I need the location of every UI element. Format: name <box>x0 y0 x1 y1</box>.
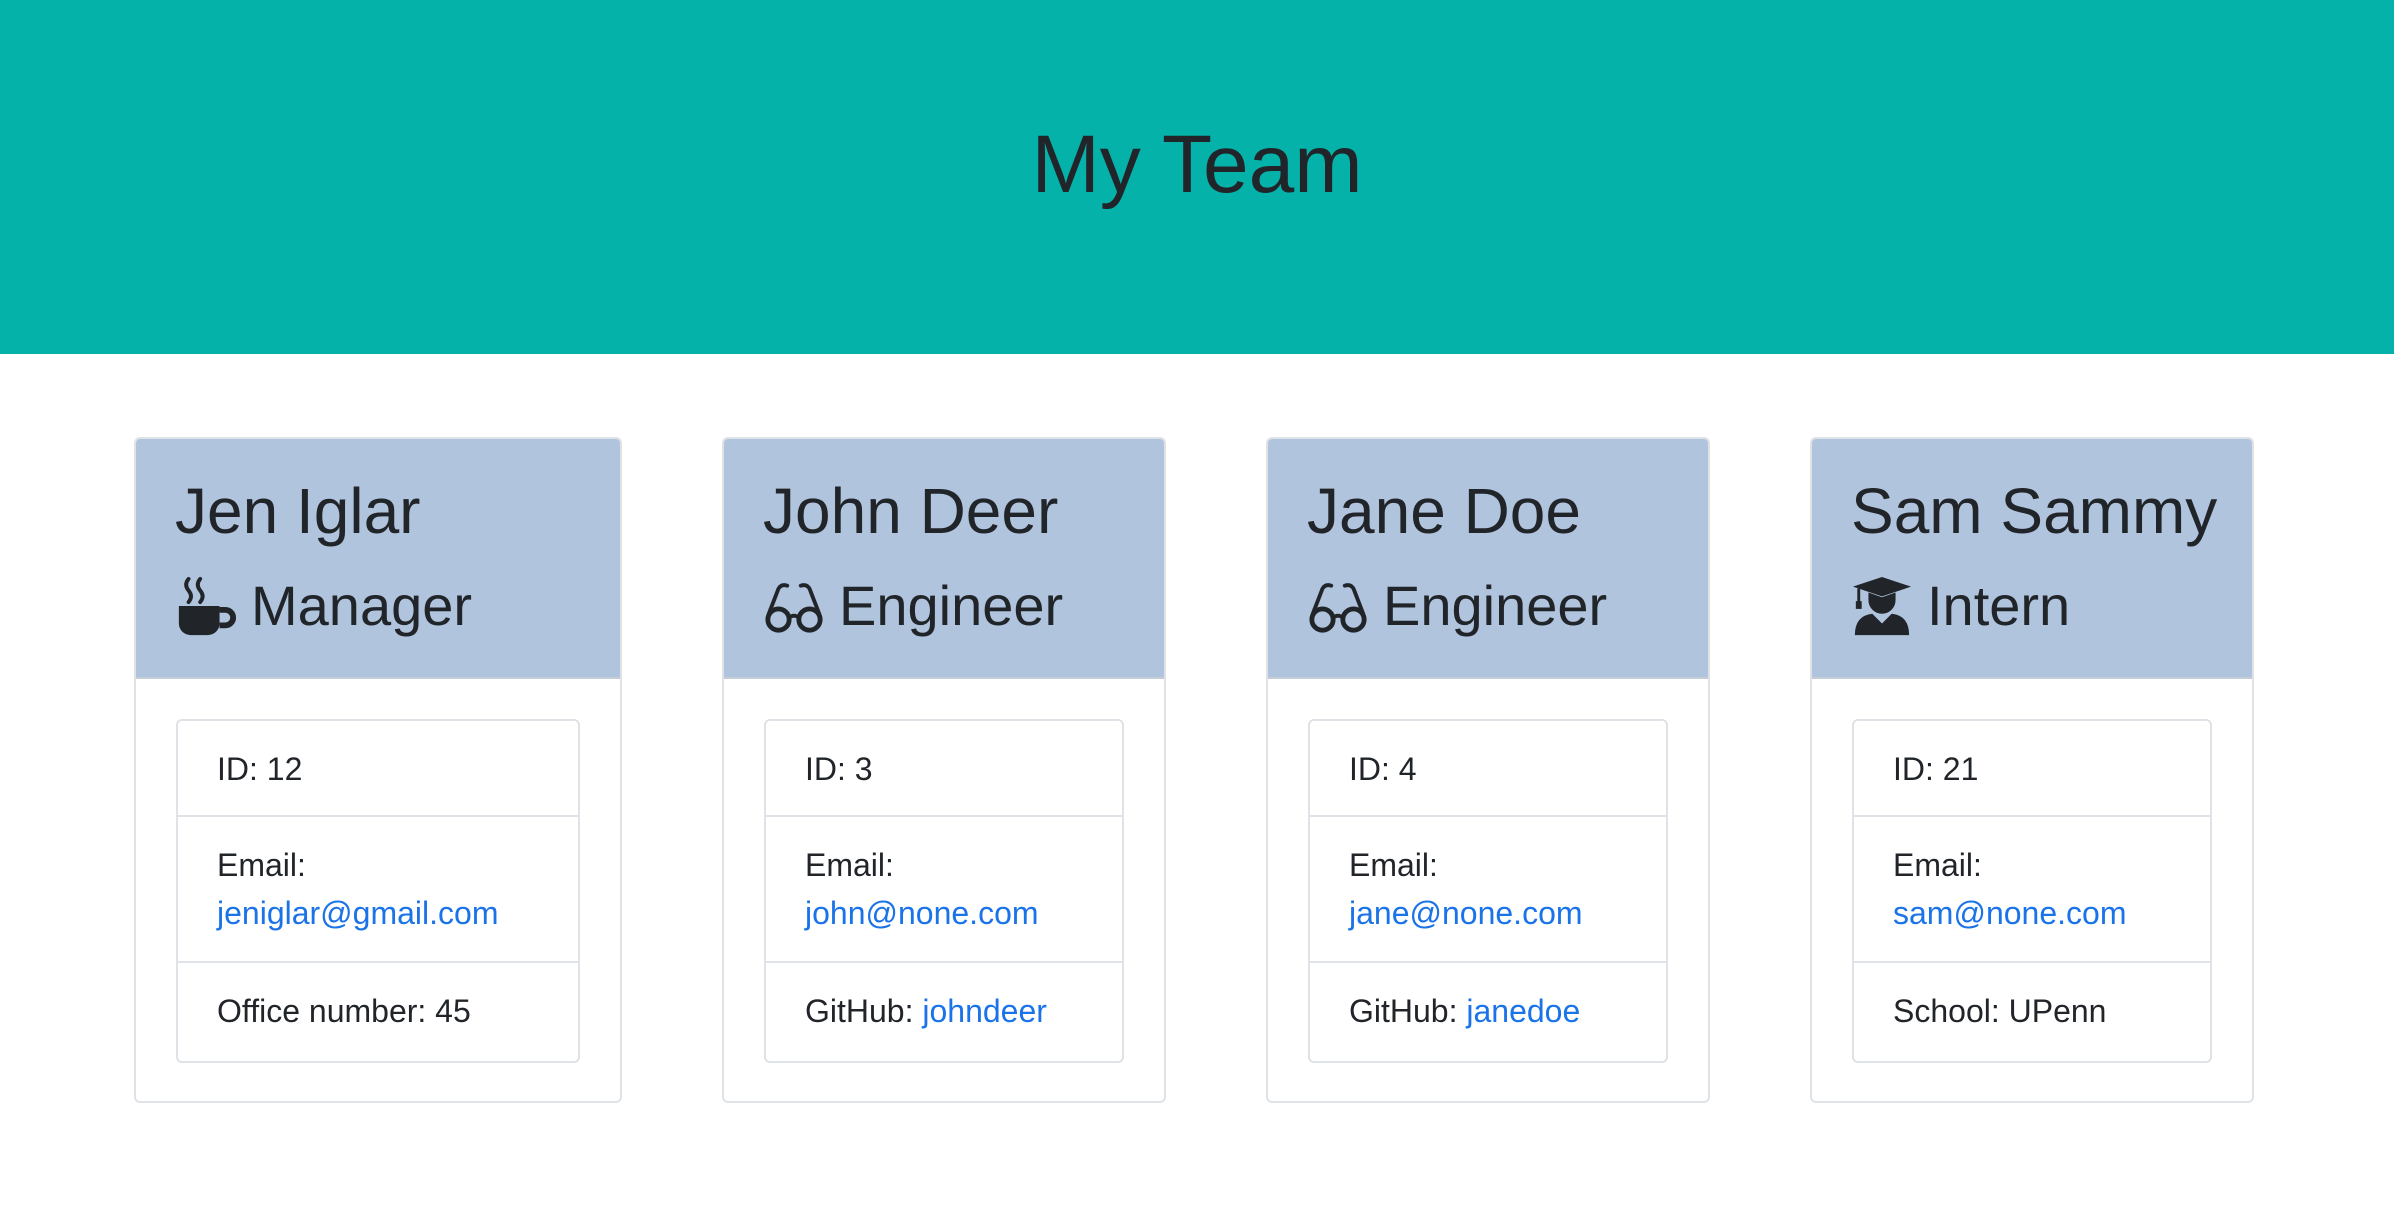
glasses-icon <box>1307 575 1369 637</box>
card-header: Jen Iglar Manager <box>136 439 620 679</box>
github-link[interactable]: johndeer <box>922 993 1047 1029</box>
email-label: Email: <box>1349 847 1438 883</box>
employee-details: ID: 4 Email: jane@none.com GitHub: janed… <box>1308 719 1668 1063</box>
email-label: Email: <box>1893 847 1982 883</box>
card-header: John Deer Engineer <box>724 439 1164 679</box>
card-header: Sam Sammy Intern <box>1812 439 2252 679</box>
employee-role: Intern <box>1851 566 2070 646</box>
employee-role: Manager <box>175 566 472 646</box>
employee-role: Engineer <box>763 566 1063 646</box>
page-header: My Team <box>0 0 2394 354</box>
card-header: Jane Doe Engineer <box>1268 439 1708 679</box>
employee-details: ID: 3 Email: john@none.com GitHub: johnd… <box>764 719 1124 1063</box>
email-link[interactable]: jeniglar@gmail.com <box>217 895 498 931</box>
employee-name: John Deer <box>763 475 1059 547</box>
graduate-icon <box>1851 575 1913 637</box>
role-label: Manager <box>251 574 473 637</box>
school: School: UPenn <box>1893 993 2107 1029</box>
employee-id: ID: 21 <box>1854 721 2210 817</box>
employee-id: ID: 3 <box>766 721 1122 817</box>
role-label: Engineer <box>839 574 1064 637</box>
email-label: Email: <box>217 847 306 883</box>
role-label: Engineer <box>1383 574 1608 637</box>
github-item: GitHub: janedoe <box>1310 963 1666 1061</box>
employee-id: ID: 12 <box>178 721 578 817</box>
employee-card-engineer: John Deer Engineer ID: 3 Email: john@non… <box>722 437 1166 1103</box>
employee-email-item: Email: jane@none.com <box>1310 817 1666 963</box>
employee-details: ID: 21 Email: sam@none.com School: UPenn <box>1852 719 2212 1063</box>
employee-name: Jen Iglar <box>175 475 421 547</box>
employee-card-intern: Sam Sammy Intern ID: 21 Email: sam@none.… <box>1810 437 2254 1103</box>
employee-name: Sam Sammy <box>1851 475 2218 547</box>
email-link[interactable]: sam@none.com <box>1893 895 2126 931</box>
employee-card-manager: Jen Iglar Manager ID: 12 Email: jeniglar… <box>134 437 622 1103</box>
office-number: Office number: 45 <box>217 993 471 1029</box>
employee-id: ID: 4 <box>1310 721 1666 817</box>
page-title: My Team <box>1031 119 1363 210</box>
github-link[interactable]: janedoe <box>1466 993 1580 1029</box>
email-link[interactable]: john@none.com <box>805 895 1039 931</box>
email-link[interactable]: jane@none.com <box>1349 895 1583 931</box>
github-label: GitHub: <box>805 993 923 1029</box>
coffee-mug-icon <box>175 575 237 637</box>
email-label: Email: <box>805 847 894 883</box>
github-label: GitHub: <box>1349 993 1467 1029</box>
github-item: GitHub: johndeer <box>766 963 1122 1061</box>
employee-email-item: Email: sam@none.com <box>1854 817 2210 963</box>
employee-name: Jane Doe <box>1307 475 1581 547</box>
glasses-icon <box>763 575 825 637</box>
employee-details: ID: 12 Email: jeniglar@gmail.com Office … <box>176 719 580 1063</box>
role-label: Intern <box>1927 574 2071 637</box>
employee-email-item: Email: john@none.com <box>766 817 1122 963</box>
employee-email-item: Email: jeniglar@gmail.com <box>178 817 578 963</box>
employee-card-engineer: Jane Doe Engineer ID: 4 Email: jane@none… <box>1266 437 1710 1103</box>
employee-role: Engineer <box>1307 566 1607 646</box>
